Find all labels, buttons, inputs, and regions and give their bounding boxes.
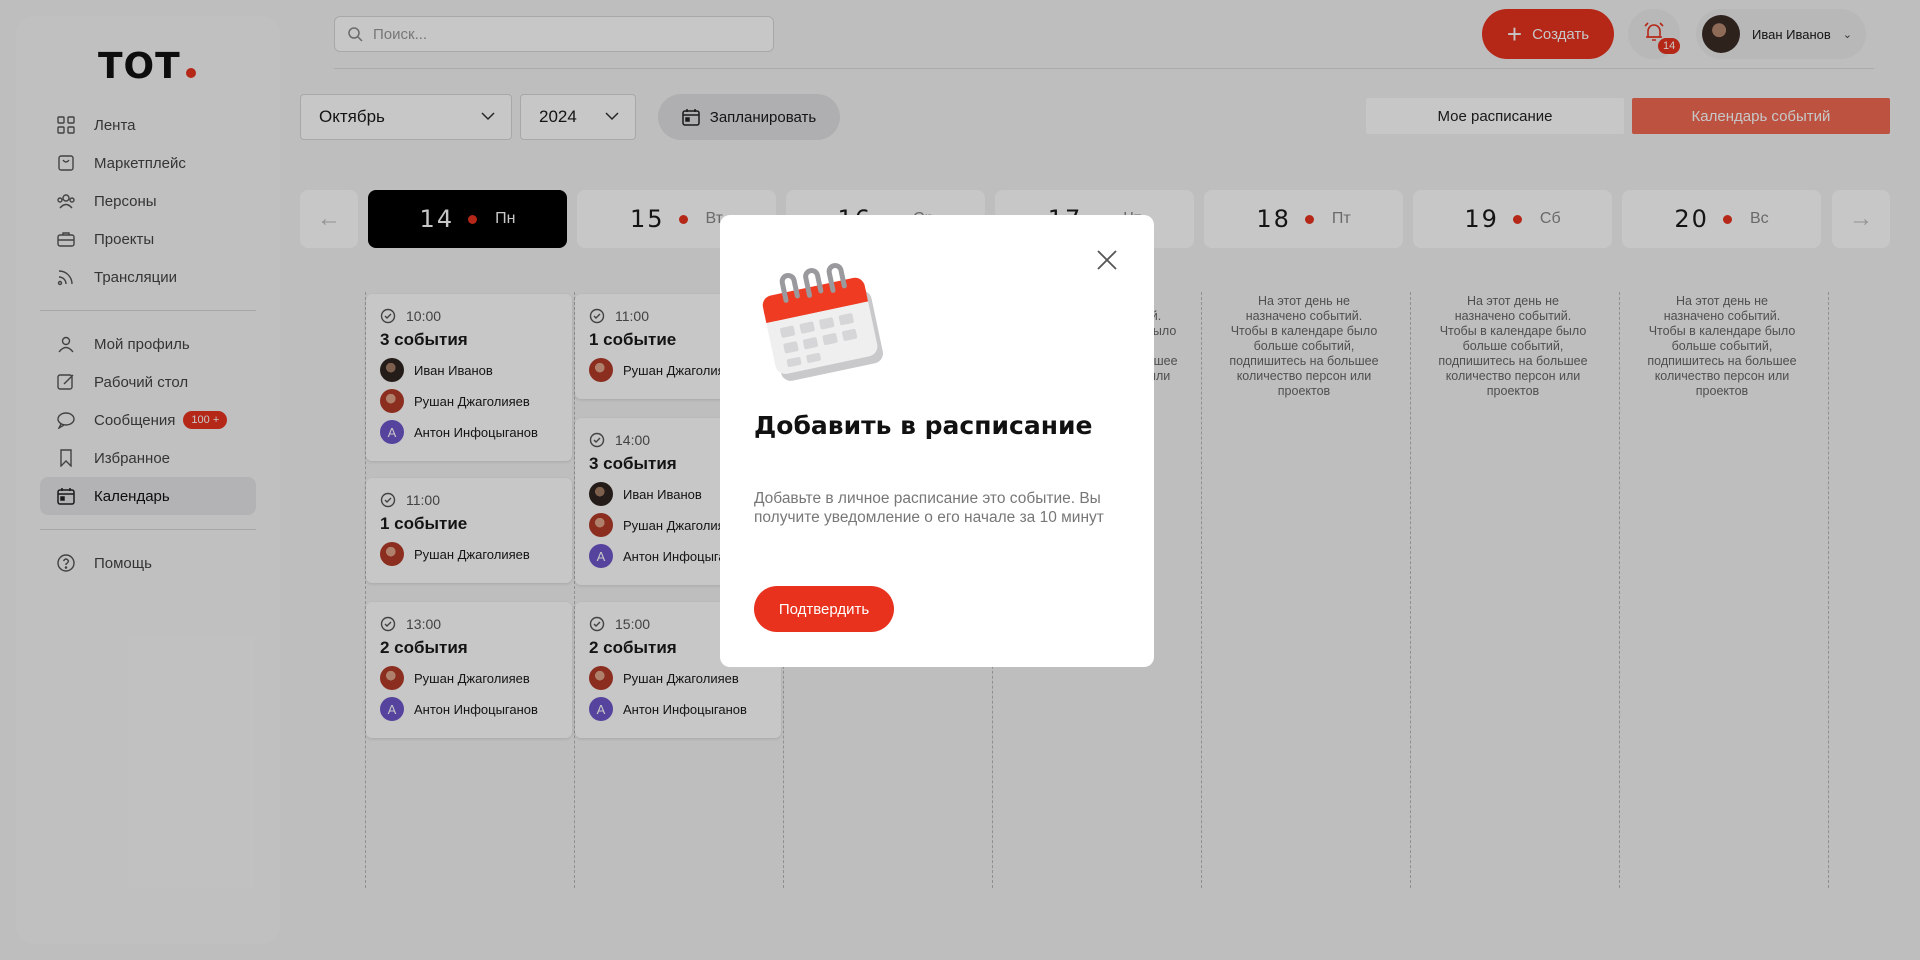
modal-text: Добавьте в личное расписание это событие… (754, 490, 1104, 526)
add-to-schedule-modal: Добавить в расписание Добавьте в личное … (720, 215, 1154, 667)
modal-title: Добавить в расписание (754, 411, 1093, 440)
calendar-illustration-icon (754, 255, 894, 385)
confirm-button[interactable]: Подтвердить (754, 586, 894, 632)
close-button[interactable] (1096, 249, 1118, 271)
close-icon (1097, 250, 1117, 270)
